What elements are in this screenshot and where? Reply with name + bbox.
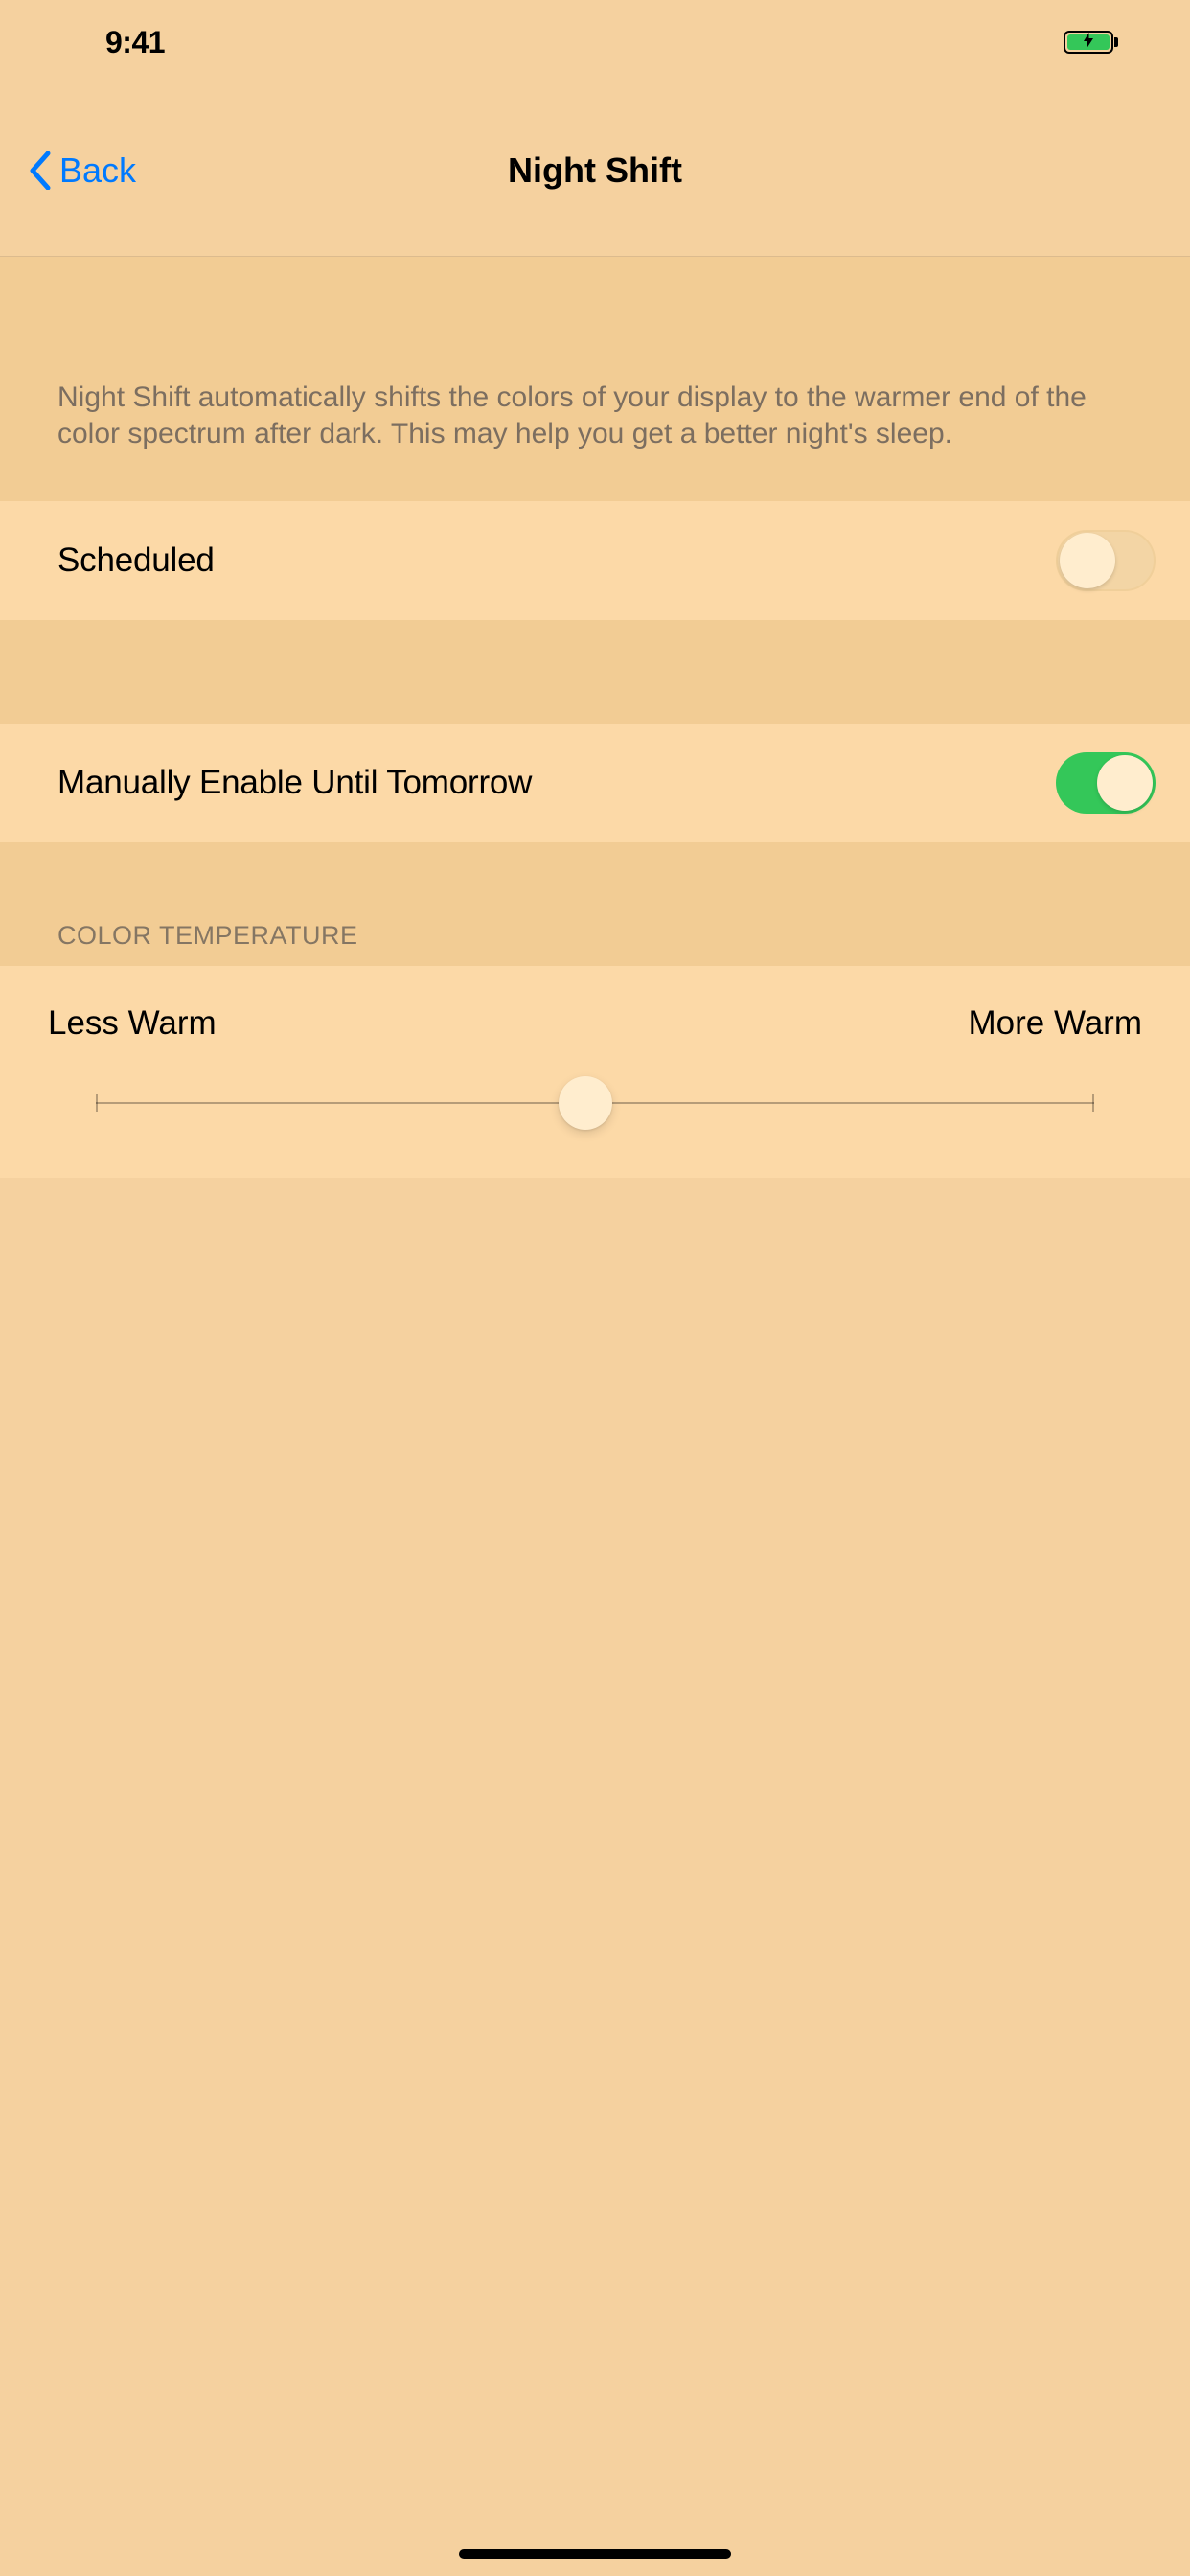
warmth-slider[interactable] [96, 1100, 1094, 1106]
navigation-bar: Back Night Shift [0, 84, 1190, 257]
section-gap [0, 620, 1190, 724]
status-time: 9:41 [105, 25, 165, 60]
home-indicator[interactable] [459, 2549, 731, 2559]
description-text: Night Shift automatically shifts the col… [0, 257, 1190, 501]
status-right [1064, 31, 1142, 54]
color-temperature-row: Less Warm More Warm [0, 966, 1190, 1178]
battery-fill [1067, 34, 1110, 50]
color-temperature-header: COLOR TEMPERATURE [0, 842, 1190, 966]
slider-tick-right [1092, 1094, 1094, 1112]
toggle-knob [1097, 755, 1153, 811]
scheduled-toggle[interactable] [1056, 530, 1156, 591]
toggle-knob [1060, 533, 1115, 588]
status-bar: 9:41 [0, 0, 1190, 84]
back-label: Back [59, 150, 136, 191]
slider-labels: Less Warm More Warm [48, 1004, 1142, 1043]
battery-charging-icon [1064, 31, 1113, 54]
chevron-left-icon [29, 151, 52, 190]
less-warm-label: Less Warm [48, 1004, 217, 1043]
scheduled-label: Scheduled [57, 541, 215, 580]
bolt-icon [1084, 33, 1093, 53]
manual-enable-row[interactable]: Manually Enable Until Tomorrow [0, 724, 1190, 842]
manual-enable-toggle[interactable] [1056, 752, 1156, 814]
section-gap: COLOR TEMPERATURE [0, 842, 1190, 966]
slider-knob[interactable] [559, 1076, 612, 1130]
manual-enable-label: Manually Enable Until Tomorrow [57, 764, 532, 802]
more-warm-label: More Warm [969, 1004, 1142, 1043]
scheduled-row[interactable]: Scheduled [0, 501, 1190, 620]
section-gap: Night Shift automatically shifts the col… [0, 257, 1190, 501]
page-title: Night Shift [508, 150, 682, 191]
back-button[interactable]: Back [29, 150, 136, 191]
slider-tick-left [96, 1094, 98, 1112]
